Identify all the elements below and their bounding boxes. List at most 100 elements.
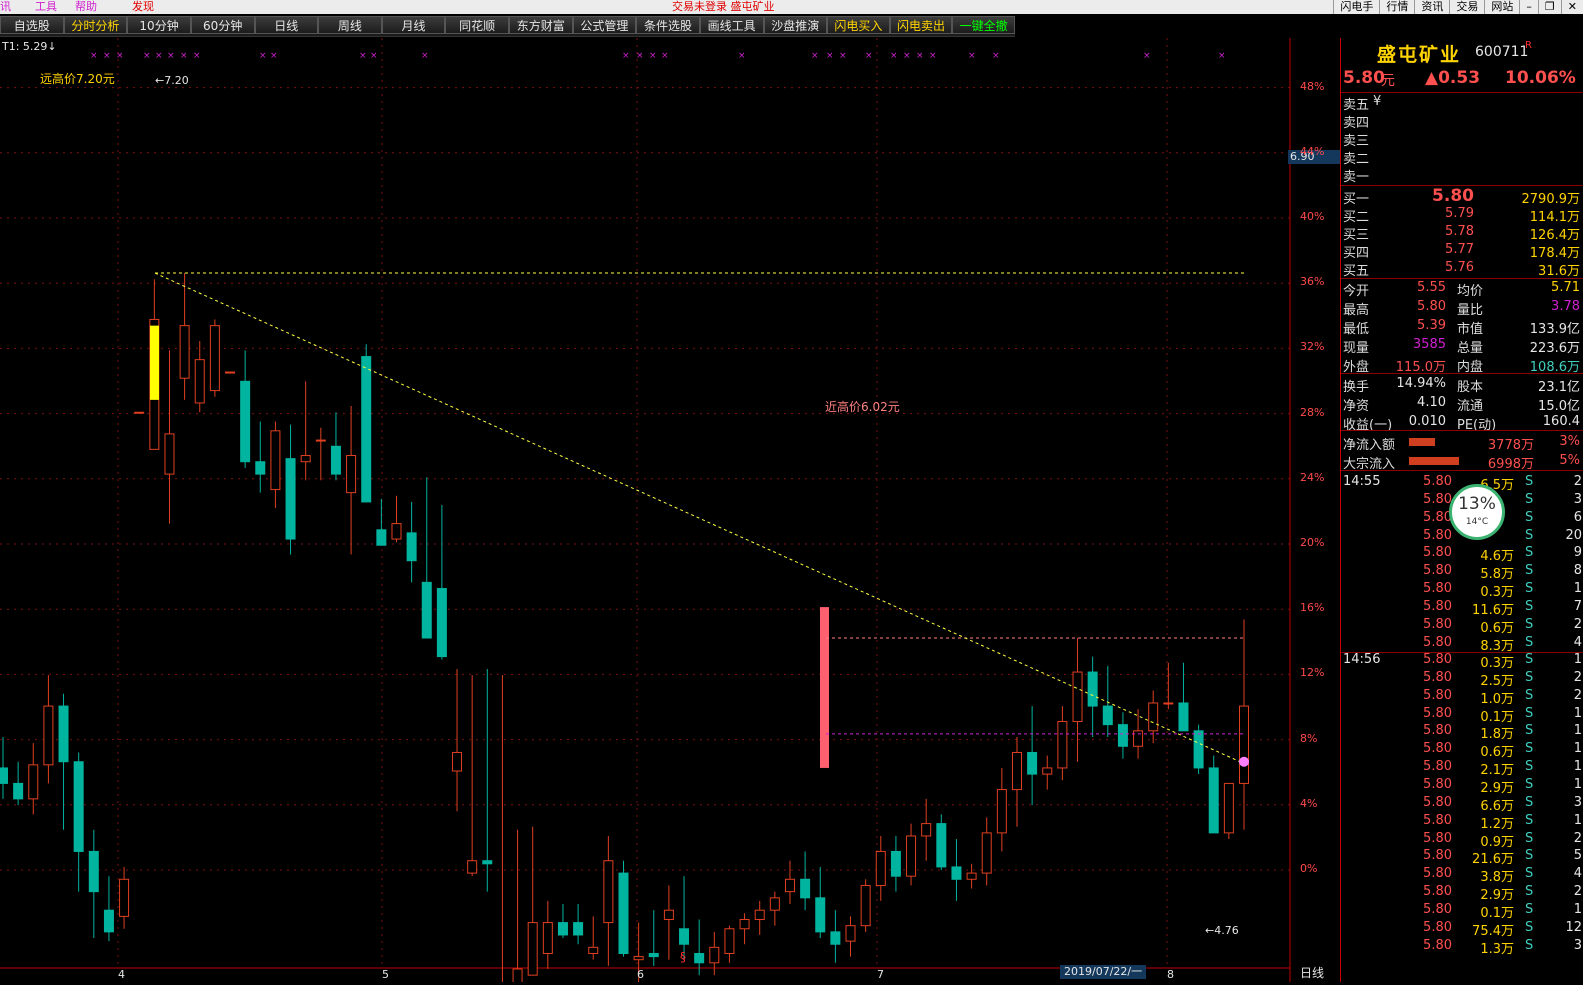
tick-count: 2 (1573, 474, 1582, 489)
tick-volume: 0.9万 (1480, 834, 1514, 850)
indicator-readout: T1: 5.29↓ (2, 40, 57, 53)
candle-body (134, 411, 145, 414)
tick-time: 14:56 (1343, 652, 1381, 667)
tb-weekly[interactable]: 周线 (318, 16, 382, 34)
y-tick-label: 8% (1300, 731, 1318, 745)
stat-value: 4.10 (1417, 395, 1446, 410)
tick-volume: 2.5万 (1480, 673, 1514, 689)
stat-label: 换手 (1343, 380, 1370, 395)
tb-watchlist[interactable]: 自选股 (0, 16, 64, 34)
bid-price: 5.79 (1445, 206, 1474, 221)
minimize-icon[interactable]: – (1519, 0, 1538, 14)
candle-body (633, 956, 644, 961)
tb-daily[interactable]: 日线 (254, 16, 319, 34)
stat-row: 净资 4.10 流通 15.0亿 (1341, 395, 1583, 414)
ask-row: 卖二 (1341, 148, 1583, 167)
tb-10min[interactable]: 10分钟 (127, 16, 191, 34)
stat-value: 5.39 (1417, 318, 1446, 333)
link-trade[interactable]: 交易 (1449, 0, 1484, 14)
menu-item-tools[interactable]: 工具 (35, 0, 57, 14)
tick-price: 5.80 (1423, 563, 1452, 579)
stat-label: 最高 (1343, 303, 1370, 318)
stat-row: 换手 14.94% 股本 23.1亿 (1341, 376, 1583, 395)
ask-label: 卖一 (1343, 170, 1370, 185)
candle-body (73, 761, 84, 852)
tick-row: 5.80 0.6万 S 1 (1341, 741, 1583, 760)
tb-monthly[interactable]: 月线 (381, 16, 446, 34)
bid-label: 买二 (1343, 210, 1370, 225)
tick-row: 5.80 1.8万 S 1 (1341, 723, 1583, 742)
tick-count: 1 (1573, 812, 1582, 828)
marker-x: × (155, 51, 163, 61)
candle-body (724, 928, 735, 955)
tick-side: S (1525, 812, 1534, 828)
stat-value: 0.010 (1408, 414, 1446, 429)
candle-body (315, 439, 326, 442)
tick-time: 14:55 (1343, 474, 1381, 489)
candle-body (996, 789, 1007, 834)
link-news[interactable]: 资讯 (1414, 0, 1449, 14)
y-tick-label: 32% (1300, 340, 1325, 354)
tb-flash-buy[interactable]: 闪电买入 (827, 16, 890, 34)
tick-price: 5.80 (1423, 598, 1452, 614)
tb-60min[interactable]: 60分钟 (190, 16, 255, 34)
toolbar: 自选股 分时分析 10分钟 60分钟 日线 周线 月线 同花顺 东方财富 公式管… (0, 16, 1015, 37)
stat-value: 23.1亿 (1538, 380, 1580, 395)
tick-side: S (1525, 776, 1534, 792)
restore-icon[interactable]: ❐ (1537, 0, 1561, 14)
ask-row: 卖一 (1341, 166, 1583, 185)
tick-price: 5.80 (1423, 919, 1452, 935)
tick-volume: 1.3万 (1480, 941, 1514, 957)
link-website[interactable]: 网站 (1484, 0, 1519, 14)
candle-body (966, 872, 977, 880)
tb-screener[interactable]: 条件选股 (636, 16, 700, 34)
tick-side: S (1525, 527, 1534, 543)
tb-intraday[interactable]: 分时分析 (63, 16, 128, 34)
menu-item-help[interactable]: 帮助 (75, 0, 97, 14)
tick-price: 5.80 (1423, 474, 1452, 489)
tick-row: 5.80 0.9万 S 2 (1341, 831, 1583, 850)
y-tick-label: 44% (1300, 144, 1325, 158)
link-quotes[interactable]: 行情 (1379, 0, 1414, 14)
tb-drawing[interactable]: 画线工具 (699, 16, 764, 34)
tick-count: 5 (1573, 848, 1582, 864)
tick-side: S (1525, 491, 1534, 507)
menu-item-discover[interactable]: 发现 (132, 0, 154, 14)
tick-count: 1 (1573, 705, 1582, 721)
stat-label: 现量 (1343, 341, 1370, 356)
candle-body (694, 953, 705, 964)
candle-body (119, 878, 130, 917)
stat-value: 3585 (1412, 337, 1446, 352)
candle-body (739, 918, 750, 930)
menu-item-info[interactable]: 讯 (0, 0, 11, 14)
candle-body (240, 380, 251, 463)
stat-value: 160.4 (1542, 414, 1580, 429)
tick-row: 5.80 8.3万 S 4 (1341, 635, 1583, 654)
tb-ths[interactable]: 同花顺 (445, 16, 509, 34)
candle-body (527, 922, 538, 976)
y-tick-label: 16% (1300, 601, 1325, 615)
tick-price: 5.80 (1423, 759, 1452, 775)
speed-widget[interactable]: 13% 14°C (1449, 484, 1505, 540)
close-icon[interactable]: ✕ (1560, 0, 1583, 14)
candle-body (709, 946, 720, 964)
tick-volume: 6.6万 (1480, 798, 1514, 814)
candle-body (815, 897, 826, 933)
link-flash-hand[interactable]: 闪电手 (1333, 0, 1379, 14)
tb-cancel-all[interactable]: 一键全撤 (952, 16, 1015, 34)
tb-eastmoney[interactable]: 东方财富 (509, 16, 573, 34)
tb-sandbox[interactable]: 沙盘推演 (763, 16, 828, 34)
tick-count: 1 (1573, 776, 1582, 792)
kline-chart[interactable]: × × × × × × × × × × × × × × × × × × × × × × × × × × × × × × T1: 5.29↓… (0, 38, 1340, 985)
candle-body (663, 909, 674, 920)
tick-row: 5.80 0.3万 S 1 (1341, 581, 1583, 600)
candle-body (0, 767, 8, 784)
marker-x: × (1218, 51, 1226, 61)
candle-body (679, 928, 690, 945)
tb-flash-sell[interactable]: 闪电卖出 (889, 16, 953, 34)
candle-body (209, 325, 220, 392)
candle-body (391, 523, 402, 540)
tb-formula[interactable]: 公式管理 (572, 16, 637, 34)
candle-body (406, 532, 417, 562)
marker-x: × (929, 51, 937, 61)
